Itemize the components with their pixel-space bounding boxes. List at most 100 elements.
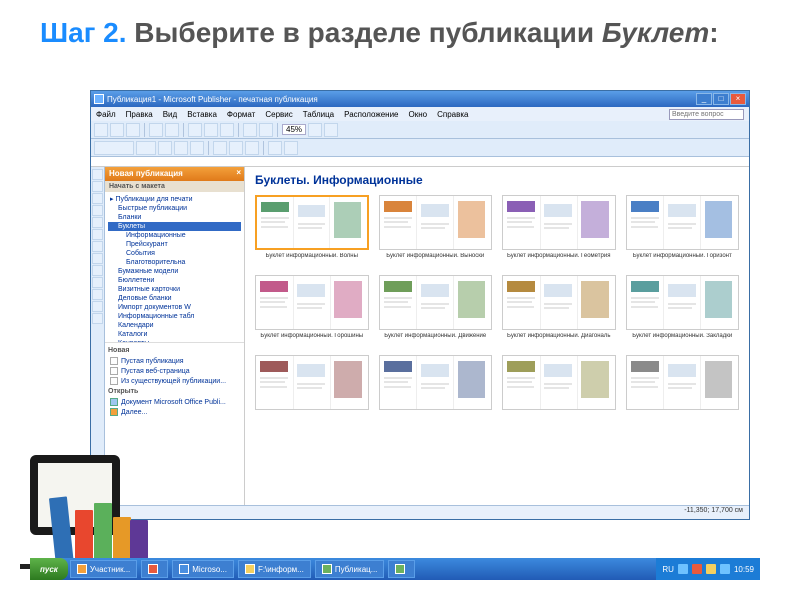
tree-node[interactable]: Бюллетени: [108, 276, 241, 285]
menu-format[interactable]: Формат: [227, 110, 255, 119]
table-tool[interactable]: [92, 193, 103, 204]
menu-view[interactable]: Вид: [163, 110, 177, 119]
arrow-tool[interactable]: [92, 241, 103, 252]
tray-icon[interactable]: [692, 564, 702, 574]
tree-node[interactable]: Прейскурант: [108, 240, 241, 249]
size-combo[interactable]: [136, 141, 156, 155]
tree-node[interactable]: Информационные табл: [108, 312, 241, 321]
taskbar-item[interactable]: [388, 560, 415, 578]
underline-button[interactable]: [190, 141, 204, 155]
tree-node[interactable]: Импорт документов W: [108, 303, 241, 312]
tree-node[interactable]: Благотворительна: [108, 258, 241, 267]
preview-button[interactable]: [165, 123, 179, 137]
bullets-button[interactable]: [268, 141, 282, 155]
taskpane-section-open: Открыть: [108, 388, 241, 395]
bookmark-tool[interactable]: [92, 289, 103, 300]
rect-tool[interactable]: [92, 265, 103, 276]
template-item[interactable]: [255, 355, 369, 427]
tree-node[interactable]: Деловые бланки: [108, 294, 241, 303]
new-button[interactable]: [94, 123, 108, 137]
webform-tool[interactable]: [92, 301, 103, 312]
menu-insert[interactable]: Вставка: [187, 110, 217, 119]
template-item[interactable]: [626, 355, 740, 427]
tree-node[interactable]: Быстрые публикации: [108, 204, 241, 213]
line-tool[interactable]: [92, 229, 103, 240]
menu-table[interactable]: Таблица: [303, 110, 334, 119]
italic-button[interactable]: [174, 141, 188, 155]
tree-node[interactable]: Визитные карточки: [108, 285, 241, 294]
template-item[interactable]: Буклет информационный. Движение: [379, 275, 493, 347]
template-item[interactable]: Буклет информационный. Диагональ: [502, 275, 616, 347]
pointer-tool[interactable]: [92, 169, 103, 180]
align-left-button[interactable]: [213, 141, 227, 155]
menu-help[interactable]: Справка: [437, 110, 468, 119]
font-combo[interactable]: [94, 141, 134, 155]
maximize-button[interactable]: □: [713, 93, 729, 105]
menu-tools[interactable]: Сервис: [265, 110, 292, 119]
template-item[interactable]: [379, 355, 493, 427]
titlebar[interactable]: Публикация1 - Microsoft Publisher - печа…: [91, 91, 749, 107]
template-item[interactable]: [502, 355, 616, 427]
oval-tool[interactable]: [92, 253, 103, 264]
menu-arrange[interactable]: Расположение: [344, 110, 398, 119]
template-item[interactable]: Буклет информационный. Геометрия: [502, 195, 616, 267]
text-tool[interactable]: [92, 181, 103, 192]
template-item[interactable]: Буклет информационный. Волны: [255, 195, 369, 267]
blank-webpage-link[interactable]: Пустая веб-страница: [108, 366, 241, 376]
align-center-button[interactable]: [229, 141, 243, 155]
open-button[interactable]: [110, 123, 124, 137]
wordart-tool[interactable]: [92, 205, 103, 216]
design-tool[interactable]: [92, 313, 103, 324]
zoom-out-button[interactable]: [308, 123, 322, 137]
print-button[interactable]: [149, 123, 163, 137]
tree-node[interactable]: ▸ Публикации для печати: [108, 194, 241, 204]
taskbar-item[interactable]: Microso...: [172, 560, 234, 578]
redo-button[interactable]: [259, 123, 273, 137]
taskbar-item[interactable]: [141, 560, 168, 578]
close-button[interactable]: ×: [730, 93, 746, 105]
taskbar-item[interactable]: F:\информ...: [238, 560, 311, 578]
undo-button[interactable]: [243, 123, 257, 137]
save-button[interactable]: [126, 123, 140, 137]
clock[interactable]: 10:59: [734, 565, 754, 574]
zoom-combo[interactable]: 45%: [282, 124, 306, 135]
shapes-tool[interactable]: [92, 277, 103, 288]
tree-node[interactable]: Информационные: [108, 231, 241, 240]
menu-edit[interactable]: Правка: [126, 110, 153, 119]
taskbar-item[interactable]: Публикац...: [315, 560, 385, 578]
align-right-button[interactable]: [245, 141, 259, 155]
picture-tool[interactable]: [92, 217, 103, 228]
more-link[interactable]: Далее...: [108, 407, 241, 417]
language-indicator[interactable]: RU: [662, 565, 674, 574]
taskpane-close-icon[interactable]: ×: [236, 168, 241, 177]
help-search-input[interactable]: [669, 109, 744, 120]
tray-icon[interactable]: [706, 564, 716, 574]
minimize-button[interactable]: _: [696, 93, 712, 105]
tree-node[interactable]: Каталоги: [108, 330, 241, 339]
copy-button[interactable]: [204, 123, 218, 137]
start-button[interactable]: пуск: [30, 558, 68, 580]
menu-window[interactable]: Окно: [409, 110, 428, 119]
step-label: Шаг 2.: [40, 17, 127, 48]
tree-node[interactable]: События: [108, 249, 241, 258]
tree-node[interactable]: Бланки: [108, 213, 241, 222]
numbering-button[interactable]: [284, 141, 298, 155]
template-item[interactable]: Буклет информационный. Горизонт: [626, 195, 740, 267]
tree-node[interactable]: Бумажные модели: [108, 267, 241, 276]
tree-node[interactable]: Буклеты: [108, 222, 241, 231]
menu-file[interactable]: Файл: [96, 110, 116, 119]
template-item[interactable]: Буклет информационный. Горошины: [255, 275, 369, 347]
tree-node[interactable]: Календари: [108, 321, 241, 330]
tray-icon[interactable]: [678, 564, 688, 574]
from-existing-link[interactable]: Из существующей публикации...: [108, 376, 241, 386]
paste-button[interactable]: [220, 123, 234, 137]
recent-doc-link[interactable]: Документ Microsoft Office Publi...: [108, 397, 241, 407]
bold-button[interactable]: [158, 141, 172, 155]
taskbar-item[interactable]: Участник...: [70, 560, 137, 578]
blank-publication-link[interactable]: Пустая публикация: [108, 356, 241, 366]
template-item[interactable]: Буклет информационный. Выноски: [379, 195, 493, 267]
zoom-in-button[interactable]: [324, 123, 338, 137]
tray-icon[interactable]: [720, 564, 730, 574]
cut-button[interactable]: [188, 123, 202, 137]
template-item[interactable]: Буклет информационный. Закладки: [626, 275, 740, 347]
